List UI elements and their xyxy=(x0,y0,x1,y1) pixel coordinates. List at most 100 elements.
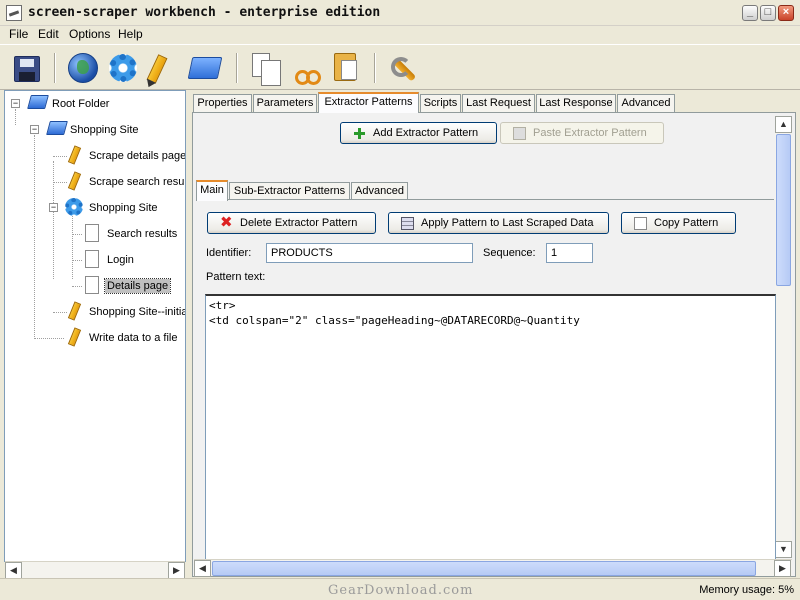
save-button[interactable] xyxy=(4,49,42,87)
pencil-icon xyxy=(146,54,168,84)
tree-horizontal-scrollbar[interactable]: ◀ ▶ xyxy=(5,561,185,579)
paste-button[interactable] xyxy=(326,49,364,87)
page-icon xyxy=(85,276,99,294)
clipboard-icon xyxy=(513,127,526,140)
toolbar xyxy=(0,44,800,90)
menu-edit[interactable]: Edit xyxy=(36,27,61,41)
menu-help[interactable]: Help xyxy=(116,27,145,41)
scroll-left-button[interactable]: ◀ xyxy=(5,562,22,579)
tree-item-label: Write data to a file xyxy=(89,332,178,344)
tab-extractor-patterns[interactable]: Extractor Patterns xyxy=(318,92,419,113)
pencil-icon xyxy=(67,171,82,191)
tree-item-label: Shopping Site xyxy=(89,202,158,214)
scroll-thumb[interactable] xyxy=(776,134,791,286)
object-tree[interactable]: − Root Folder − Shopping Site Scrape det… xyxy=(4,90,186,562)
gear-icon xyxy=(109,54,137,82)
tree-line xyxy=(34,338,64,339)
settings-button[interactable] xyxy=(384,49,422,87)
pattern-text-editor[interactable]: <tr> <td colspan="2" class="pageHeading~… xyxy=(205,294,776,560)
tree-line xyxy=(53,156,67,157)
delete-icon: ✖ xyxy=(220,214,233,231)
wrench-icon xyxy=(390,55,418,83)
button-label: Add Extractor Pattern xyxy=(373,127,479,139)
collapse-toggle[interactable]: − xyxy=(30,125,39,134)
tree-item-label: Shopping Site--initial xyxy=(89,306,186,318)
pencil-icon xyxy=(67,145,82,165)
paste-extractor-pattern-button[interactable]: Paste Extractor Pattern xyxy=(500,122,664,144)
copy-icon xyxy=(634,217,647,230)
copy-icon xyxy=(252,53,281,86)
scroll-down-button[interactable]: ▼ xyxy=(775,541,792,558)
new-session-button[interactable] xyxy=(104,49,142,87)
collapse-toggle[interactable]: − xyxy=(49,203,58,212)
copy-pattern-button[interactable]: Copy Pattern xyxy=(621,212,736,234)
tree-item-label: Scrape details page xyxy=(89,150,186,162)
tab-parameters[interactable]: Parameters xyxy=(253,94,317,113)
folder-icon xyxy=(27,95,49,109)
app-icon[interactable] xyxy=(6,5,22,21)
tree-item-shopping-site-session[interactable]: − Shopping Site xyxy=(5,197,185,219)
tab-scripts[interactable]: Scripts xyxy=(420,94,461,113)
tree-item-shopping-site-initial[interactable]: Shopping Site--initial xyxy=(5,301,185,323)
delete-extractor-pattern-button[interactable]: ✖ Delete Extractor Pattern xyxy=(207,212,376,234)
button-label: Paste Extractor Pattern xyxy=(533,127,647,139)
folder-icon xyxy=(46,121,68,135)
tree-item-label: Details page xyxy=(103,278,172,294)
add-extractor-pattern-button[interactable]: Add Extractor Pattern xyxy=(340,122,497,144)
identifier-input[interactable] xyxy=(266,243,473,263)
tab-last-request[interactable]: Last Request xyxy=(462,94,535,113)
apply-pattern-button[interactable]: Apply Pattern to Last Scraped Data xyxy=(388,212,609,234)
pencil-icon xyxy=(67,327,82,347)
tree-item-label: Login xyxy=(107,254,134,266)
folder-icon xyxy=(187,57,223,79)
scroll-thumb[interactable] xyxy=(212,561,756,576)
close-button[interactable]: × xyxy=(778,5,794,21)
maximize-button[interactable]: □ xyxy=(760,5,776,21)
toolbar-separator xyxy=(236,53,238,83)
tree-line xyxy=(72,286,82,287)
tab-advanced[interactable]: Advanced xyxy=(617,94,675,113)
menu-bar: File Edit Options Help xyxy=(0,26,800,44)
scroll-right-button[interactable]: ▶ xyxy=(774,560,791,577)
sequence-input[interactable] xyxy=(546,243,593,263)
gear-icon xyxy=(65,198,83,216)
minimize-button[interactable]: _ xyxy=(742,5,758,21)
tree-item-label: Shopping Site xyxy=(70,124,139,136)
tab-main[interactable]: Main xyxy=(196,180,228,201)
page-icon xyxy=(85,250,99,268)
tab-properties[interactable]: Properties xyxy=(193,94,252,113)
tree-item-root-folder[interactable]: − Root Folder xyxy=(5,93,185,115)
tree-item-shopping-site-folder[interactable]: − Shopping Site xyxy=(5,119,185,141)
menu-options[interactable]: Options xyxy=(67,27,112,41)
watermark: GearDownload.com xyxy=(328,583,474,598)
main-tab-strip: Properties Parameters Extractor Patterns… xyxy=(192,92,792,113)
tree-item-label: Root Folder xyxy=(52,98,110,110)
tree-line xyxy=(53,312,67,313)
tab-last-response[interactable]: Last Response xyxy=(536,94,616,113)
cut-icon xyxy=(292,53,321,85)
toolbar-separator xyxy=(374,53,376,83)
tree-item-search-results[interactable]: Search results xyxy=(5,223,185,245)
tree-line xyxy=(53,182,67,183)
menu-file[interactable]: File xyxy=(7,27,30,41)
panel-horizontal-scrollbar[interactable]: ◀ ▶ xyxy=(194,559,792,577)
memory-usage-label: Memory usage: 5% xyxy=(699,584,794,596)
tree-item-login[interactable]: Login xyxy=(5,249,185,271)
tree-item-scrape-details[interactable]: Scrape details page xyxy=(5,145,185,167)
copy-button[interactable] xyxy=(246,49,284,87)
scroll-right-button[interactable]: ▶ xyxy=(168,562,185,579)
scroll-left-button[interactable]: ◀ xyxy=(194,560,211,577)
proxy-button[interactable] xyxy=(64,49,102,87)
toolbar-separator xyxy=(54,53,56,83)
new-script-button[interactable] xyxy=(144,49,182,87)
plus-icon xyxy=(353,127,366,140)
tree-item-scrape-search[interactable]: Scrape search results xyxy=(5,171,185,193)
pattern-text-label: Pattern text: xyxy=(206,271,266,283)
new-folder-button[interactable] xyxy=(186,49,224,87)
button-label: Copy Pattern xyxy=(654,217,719,229)
scroll-up-button[interactable]: ▲ xyxy=(775,116,792,133)
tree-item-write-data[interactable]: Write data to a file xyxy=(5,327,185,349)
tree-item-details-page[interactable]: Details page xyxy=(5,275,185,297)
collapse-toggle[interactable]: − xyxy=(11,99,20,108)
cut-button[interactable] xyxy=(286,49,324,87)
